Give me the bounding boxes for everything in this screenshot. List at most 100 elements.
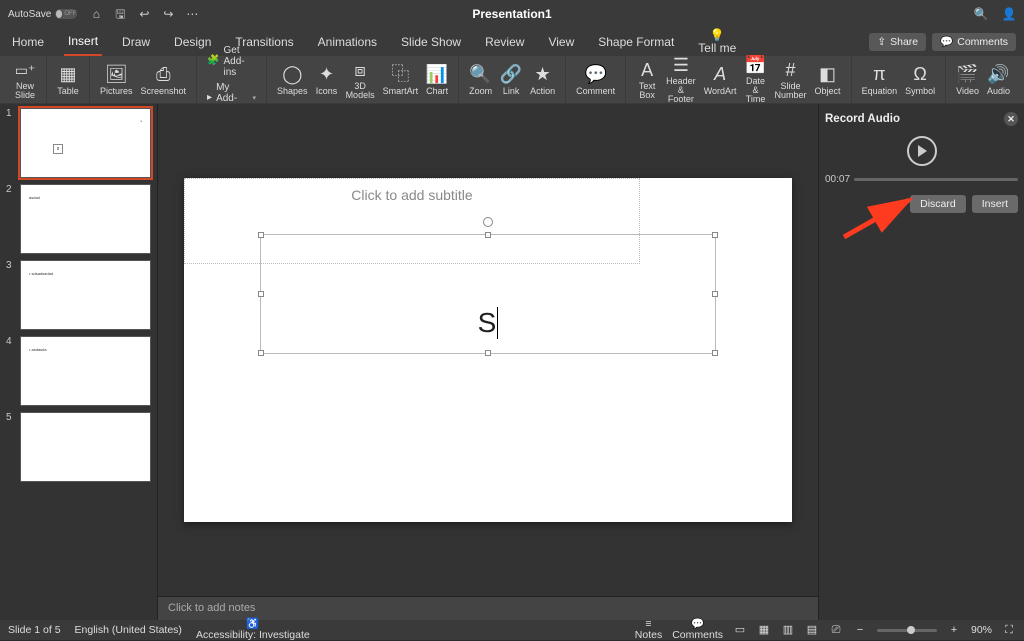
reading-view-icon[interactable]: ▥ [781,623,795,637]
tab-draw[interactable]: Draw [118,29,154,55]
notes-toggle[interactable]: ≡ Notes [635,619,662,641]
object-button[interactable]: ◧Object [811,62,845,98]
zoom-out-icon[interactable]: − [853,623,867,637]
fit-window-icon[interactable]: ⛶ [1002,623,1016,637]
new-slide-button[interactable]: ▭⁺New Slide [10,58,40,102]
resize-handle[interactable] [712,350,718,356]
resize-handle[interactable] [485,232,491,238]
resize-handle[interactable] [258,291,264,297]
screenshot-button[interactable]: ⎙Screenshot [137,62,191,98]
notes-pane[interactable]: Click to add notes [158,596,818,620]
tab-review[interactable]: Review [481,29,528,55]
get-addins-button[interactable]: 🧩Get Add-ins [207,45,256,78]
smartart-button[interactable]: ⿻SmartArt [379,62,423,98]
comments-button[interactable]: 💬Comments [932,33,1016,51]
header-footer-button[interactable]: ☰Header & Footer [662,53,700,106]
resize-handle[interactable] [712,232,718,238]
addins-icon: ▸ [207,93,212,103]
video-button[interactable]: 🎬Video [952,62,983,98]
comment-button[interactable]: 💬Comment [572,62,619,98]
icons-icon: ✦ [316,64,338,84]
textbox-icon: A [636,60,658,80]
slide-editor[interactable]: S Click to add subtitle [158,104,818,596]
text-box-button[interactable]: AText Box [632,58,662,102]
play-button[interactable] [907,136,937,166]
play-icon [918,145,927,157]
title-text-box[interactable]: S [260,234,716,354]
slideshow-view-icon[interactable]: ▤ [805,623,819,637]
action-button[interactable]: ★Action [526,62,559,98]
icons-button[interactable]: ✦Icons [312,62,342,98]
rotate-handle[interactable] [483,217,493,227]
resize-handle[interactable] [258,232,264,238]
comments-icon: 💬 [672,619,723,630]
thumbnail-slide-5[interactable] [20,412,151,482]
language-indicator[interactable]: English (United States) [75,624,182,636]
equation-icon: π [868,64,890,84]
smartart-icon: ⿻ [389,64,411,84]
account-icon[interactable]: 👤 [1002,7,1016,21]
zoom-level[interactable]: 90% [971,624,992,636]
thumbnail-slide-4[interactable]: • asdasda [20,336,151,406]
status-bar: Slide 1 of 5 English (United States) ♿ A… [0,620,1024,640]
insert-button[interactable]: Insert [972,195,1018,213]
audio-progress[interactable] [854,178,1018,181]
slide-canvas[interactable]: S Click to add subtitle [184,178,792,522]
thumbnail-slide-2[interactable]: asdad [20,184,151,254]
sorter-view-icon[interactable]: ▦ [757,623,771,637]
presenter-view-icon[interactable]: ⎚ [829,623,843,637]
tab-insert[interactable]: Insert [64,28,102,56]
zoom-in-icon[interactable]: + [947,623,961,637]
tab-home[interactable]: Home [8,29,48,55]
save-icon[interactable]: 🖫 [113,7,127,21]
thumbnail-slide-1[interactable]: s s [20,108,151,178]
record-audio-pane: Record Audio ✕ 00:07 Discard Insert [818,104,1024,620]
calendar-icon: 📅 [745,55,767,75]
accessibility-checker[interactable]: ♿ Accessibility: Investigate [196,619,310,641]
undo-icon[interactable]: ↩ [137,7,151,21]
audio-time: 00:07 [825,174,850,185]
zoom-button[interactable]: 🔍Zoom [465,62,496,98]
shapes-button[interactable]: ◯Shapes [273,62,312,98]
title-text: S [478,307,499,339]
normal-view-icon[interactable]: ▭ [733,623,747,637]
slide-counter: Slide 1 of 5 [8,624,61,636]
tab-shape-format[interactable]: Shape Format [594,29,678,55]
slide-num: 2 [6,184,16,254]
resize-handle[interactable] [712,291,718,297]
tab-view[interactable]: View [544,29,578,55]
link-button[interactable]: 🔗Link [496,62,526,98]
tab-animations[interactable]: Animations [314,29,381,55]
slide-number-button[interactable]: #Slide Number [771,58,811,102]
thumbnail-slide-3[interactable]: • sdsadsadad [20,260,151,330]
3d-models-button[interactable]: ⧈3D Models [342,58,379,102]
resize-handle[interactable] [258,350,264,356]
date-time-button[interactable]: 📅Date & Time [741,53,771,106]
table-button[interactable]: ▦Table [53,62,83,98]
zoom-icon: 🔍 [470,64,492,84]
resize-handle[interactable] [485,350,491,356]
picture-icon: 🖼 [105,64,127,84]
equation-button[interactable]: πEquation [858,62,902,98]
audio-button[interactable]: 🔊Audio [983,62,1014,98]
chart-button[interactable]: 📊Chart [422,62,452,98]
more-icon[interactable]: ⋯ [185,7,199,21]
zoom-slider[interactable] [877,629,937,632]
wordart-button[interactable]: AWordArt [700,62,741,98]
home-icon[interactable]: ⌂ [89,7,103,21]
title-bar: AutoSave OFF ⌂ 🖫 ↩ ↪ ⋯ Presentation1 🔍 👤 [0,0,1024,28]
search-icon[interactable]: 🔍 [974,7,988,21]
autosave-toggle[interactable]: AutoSave OFF [8,9,77,20]
audio-icon: 🔊 [987,64,1009,84]
redo-icon[interactable]: ↪ [161,7,175,21]
comment-bubble-icon: 💬 [585,64,607,84]
tab-slideshow[interactable]: Slide Show [397,29,465,55]
comments-toggle[interactable]: 💬 Comments [672,619,723,641]
pictures-button[interactable]: 🖼Pictures [96,62,137,98]
new-slide-icon: ▭⁺ [14,60,36,80]
close-icon[interactable]: ✕ [1004,112,1018,126]
symbol-button[interactable]: ΩSymbol [901,62,939,98]
slide-thumbnails: 1 s s 2 asdad 3 • sdsadsadad 4 • asdasda… [0,104,158,620]
annotation-arrow [839,192,919,242]
share-button[interactable]: ⇪Share [869,33,926,51]
